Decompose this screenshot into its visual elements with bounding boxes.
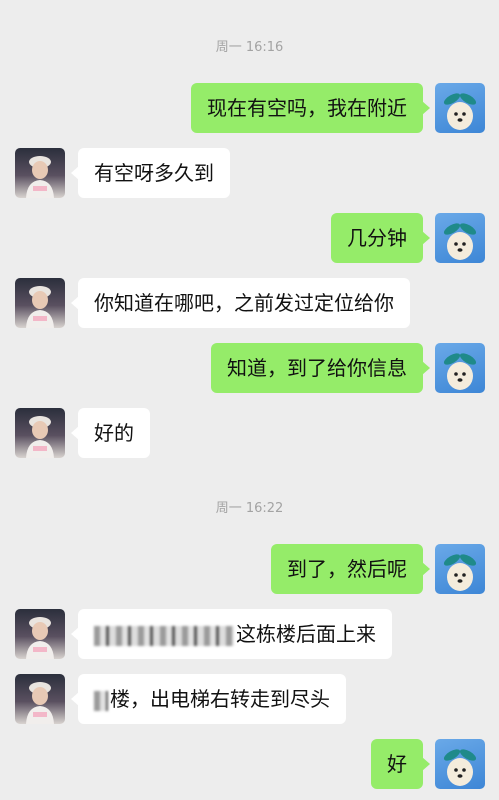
message-row: 好 xyxy=(0,739,499,791)
message-text: 现在有空吗，我在附近 xyxy=(207,96,407,120)
message-text: 几分钟 xyxy=(347,226,407,250)
message-text: 有空呀多久到 xyxy=(94,161,214,185)
message-text: 好 xyxy=(387,752,407,776)
message-text: 到了，然后呢 xyxy=(287,557,407,581)
message-row: 知道，到了给你信息 xyxy=(0,343,499,395)
message-row: 几分钟 xyxy=(0,213,499,265)
received-message-bubble[interactable]: 有空呀多久到 xyxy=(71,148,230,198)
user-photo-avatar xyxy=(26,416,54,458)
my-avatar[interactable] xyxy=(435,83,485,133)
received-message-bubble[interactable]: 你知道在哪吧，之前发过定位给你 xyxy=(71,278,410,328)
message-text: 你知道在哪吧，之前发过定位给你 xyxy=(94,291,394,315)
received-message-bubble[interactable]: 这栋楼后面上来 xyxy=(71,609,392,659)
message-row: 现在有空吗，我在附近 xyxy=(0,83,499,135)
contact-avatar[interactable] xyxy=(15,609,65,659)
dog-avatar-icon xyxy=(443,554,477,591)
user-photo-avatar xyxy=(26,682,54,724)
received-message-bubble[interactable]: 楼，出电梯右转走到尽头 xyxy=(71,674,346,724)
dog-avatar-icon xyxy=(443,353,477,390)
dog-avatar-icon xyxy=(443,223,477,260)
contact-avatar[interactable] xyxy=(15,148,65,198)
chat-timestamp-1: 周一 16:16 xyxy=(215,40,284,55)
sent-message-bubble[interactable]: 几分钟 xyxy=(331,213,430,263)
contact-avatar[interactable] xyxy=(15,278,65,328)
sent-message-bubble[interactable]: 好 xyxy=(371,739,430,789)
message-text: 这栋楼后面上来 xyxy=(236,622,376,646)
chat-timestamp-2: 周一 16:22 xyxy=(215,501,284,516)
message-row: 有空呀多久到 xyxy=(0,148,499,200)
redacted-text xyxy=(94,625,234,646)
sent-message-bubble[interactable]: 知道，到了给你信息 xyxy=(211,343,430,393)
my-avatar[interactable] xyxy=(435,343,485,393)
sent-message-bubble[interactable]: 到了，然后呢 xyxy=(271,544,430,594)
message-row: 你知道在哪吧，之前发过定位给你 xyxy=(0,278,499,330)
my-avatar[interactable] xyxy=(435,213,485,263)
contact-avatar[interactable] xyxy=(15,408,65,458)
message-text: 楼，出电梯右转走到尽头 xyxy=(110,687,330,711)
user-photo-avatar xyxy=(26,286,54,328)
user-photo-avatar xyxy=(26,156,54,198)
contact-avatar[interactable] xyxy=(15,674,65,724)
message-row: 到了，然后呢 xyxy=(0,544,499,596)
my-avatar[interactable] xyxy=(435,739,485,789)
redacted-text xyxy=(94,690,108,711)
my-avatar[interactable] xyxy=(435,544,485,594)
sent-message-bubble[interactable]: 现在有空吗，我在附近 xyxy=(191,83,430,133)
message-row: 楼，出电梯右转走到尽头 xyxy=(0,674,499,726)
message-text: 好的 xyxy=(94,421,134,445)
message-row: 好的 xyxy=(0,408,499,460)
dog-avatar-icon xyxy=(443,749,477,786)
dog-avatar-icon xyxy=(443,93,477,130)
user-photo-avatar xyxy=(26,617,54,659)
message-text: 知道，到了给你信息 xyxy=(227,356,407,380)
message-row: 这栋楼后面上来 xyxy=(0,609,499,661)
received-message-bubble[interactable]: 好的 xyxy=(71,408,150,458)
